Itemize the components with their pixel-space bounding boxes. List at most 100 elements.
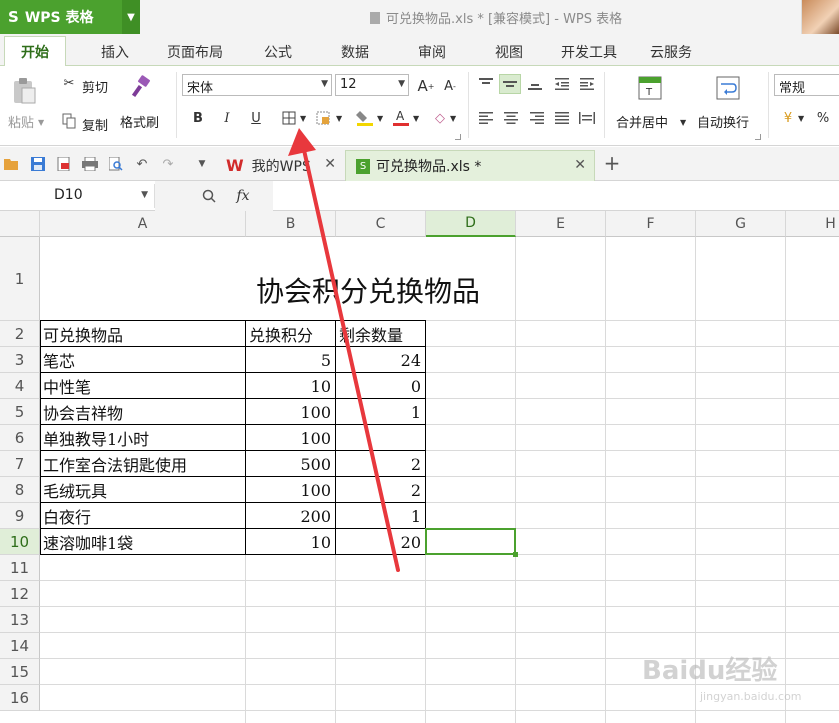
table-cell[interactable]: 笔芯 (40, 347, 244, 373)
row-header-4[interactable]: 4 (0, 373, 40, 399)
close-icon[interactable]: ✕ (324, 156, 336, 172)
row-header-12[interactable]: 12 (0, 581, 40, 607)
decrease-font-icon[interactable]: A- (440, 76, 460, 96)
justify-icon[interactable] (552, 108, 572, 128)
table-cell[interactable]: 500 (246, 451, 334, 477)
paste-button[interactable]: 粘贴 (8, 112, 34, 131)
tab-home[interactable]: 开始 (4, 36, 66, 67)
increase-indent-icon[interactable] (577, 74, 597, 94)
clear-format-icon[interactable]: ◇ (430, 108, 450, 128)
doc-tab-my-wps[interactable]: W 我的WPS ✕ (216, 150, 344, 181)
table-cell[interactable]: 白夜行 (40, 503, 244, 529)
currency-dropdown-icon[interactable]: ▼ (798, 114, 804, 123)
font-dialog-launcher[interactable] (455, 134, 461, 140)
app-menu-button[interactable]: S WPS 表格 (0, 0, 122, 34)
table-header-cell[interactable]: 可兑换物品 (40, 321, 246, 347)
tab-formulas[interactable]: 公式 (264, 42, 292, 62)
table-cell[interactable]: 200 (246, 503, 334, 529)
print-icon[interactable] (82, 156, 98, 172)
fill-handle[interactable] (513, 552, 518, 557)
wrap-text-icon[interactable] (714, 74, 742, 102)
font-color-dropdown-icon[interactable]: ▼ (413, 114, 419, 123)
tab-review[interactable]: 审阅 (418, 42, 446, 62)
format-painter-icon[interactable] (128, 74, 154, 100)
currency-icon[interactable]: ¥ (778, 108, 798, 128)
table-cell[interactable]: 5 (246, 347, 334, 373)
open-folder-icon[interactable] (4, 156, 20, 172)
table-cell[interactable]: 单独教导1小时 (40, 425, 244, 451)
paste-icon[interactable] (10, 76, 38, 106)
row-header-10[interactable]: 10 (0, 529, 40, 555)
border-icon[interactable] (279, 108, 299, 128)
tab-insert[interactable]: 插入 (101, 42, 129, 62)
name-box[interactable]: D10 ▼ (0, 184, 155, 208)
column-header-h[interactable]: H (786, 211, 839, 237)
table-cell[interactable]: 24 (336, 347, 424, 373)
row-header-15[interactable]: 15 (0, 659, 40, 685)
tab-cloud[interactable]: 云服务 (650, 42, 692, 62)
tab-data[interactable]: 数据 (341, 42, 369, 62)
table-cell[interactable]: 速溶咖啡1袋 (40, 529, 244, 555)
scissors-icon[interactable]: ✂ (60, 74, 78, 92)
table-cell[interactable]: 1 (336, 399, 424, 425)
undo-icon[interactable]: ↶ (134, 156, 150, 172)
quick-access-dropdown-icon[interactable]: ▼ (194, 156, 210, 172)
table-cell[interactable]: 2 (336, 451, 424, 477)
column-header-b[interactable]: B (246, 211, 336, 237)
sheet-title[interactable]: 协会积分兑换物品 (40, 277, 696, 307)
font-color-icon[interactable]: A (390, 106, 412, 128)
app-menu-dropdown-icon[interactable]: ▼ (122, 0, 140, 34)
column-header-f[interactable]: F (606, 211, 696, 237)
zoom-icon[interactable] (200, 187, 218, 205)
table-cell[interactable]: 工作室合法钥匙使用 (40, 451, 244, 477)
row-header-5[interactable]: 5 (0, 399, 40, 425)
row-header-8[interactable]: 8 (0, 477, 40, 503)
align-right-icon[interactable] (527, 108, 547, 128)
row-header-16[interactable]: 16 (0, 685, 40, 711)
font-size-select[interactable]: 12 ▼ (335, 74, 409, 96)
redo-icon[interactable]: ↷ (160, 156, 176, 172)
table-cell[interactable] (336, 425, 424, 451)
align-top-icon[interactable] (476, 74, 496, 94)
column-header-c[interactable]: C (336, 211, 426, 237)
cell-style-icon[interactable] (313, 108, 333, 128)
row-header-9[interactable]: 9 (0, 503, 40, 529)
formula-input[interactable] (273, 184, 839, 208)
new-tab-icon[interactable]: + (602, 151, 622, 175)
active-cell-d10[interactable] (425, 528, 516, 555)
table-cell[interactable]: 20 (336, 529, 424, 555)
export-pdf-icon[interactable] (56, 156, 72, 172)
merge-center-icon[interactable]: T (636, 74, 664, 102)
row-header-13[interactable]: 13 (0, 607, 40, 633)
tab-page-layout[interactable]: 页面布局 (167, 42, 223, 62)
clear-format-dropdown-icon[interactable]: ▼ (450, 114, 456, 123)
table-header-cell[interactable]: 兑换积分 (246, 321, 336, 347)
row-header-3[interactable]: 3 (0, 347, 40, 373)
table-cell[interactable]: 100 (246, 425, 334, 451)
fill-color-icon[interactable] (354, 106, 376, 128)
tab-developer[interactable]: 开发工具 (561, 42, 617, 62)
cell-style-dropdown-icon[interactable]: ▼ (336, 114, 342, 123)
column-header-g[interactable]: G (696, 211, 786, 237)
spreadsheet-grid[interactable]: A B C D E F G H 1 2 3 4 5 6 7 8 9 10 11 12 13 14 15 16 协会积分兑换物品可… (0, 211, 839, 723)
doc-tab-active-file[interactable]: S 可兑换物品.xls * ✕ (345, 150, 595, 181)
copy-button[interactable]: 复制 (82, 115, 108, 134)
close-icon[interactable]: ✕ (574, 157, 586, 173)
column-header-a[interactable]: A (40, 211, 246, 237)
fill-color-dropdown-icon[interactable]: ▼ (377, 114, 383, 123)
increase-font-icon[interactable]: A + (416, 76, 436, 96)
paste-dropdown-icon[interactable]: ▼ (38, 118, 44, 127)
table-cell[interactable]: 1 (336, 503, 424, 529)
border-dropdown-icon[interactable]: ▼ (300, 114, 306, 123)
column-header-e[interactable]: E (516, 211, 606, 237)
table-cell[interactable]: 中性笔 (40, 373, 244, 399)
table-cell[interactable]: 10 (246, 373, 334, 399)
row-header-1[interactable]: 1 (0, 237, 40, 321)
merge-center-button[interactable]: 合并居中 (616, 112, 668, 131)
table-cell[interactable]: 100 (246, 399, 334, 425)
table-cell[interactable]: 100 (246, 477, 334, 503)
align-bottom-icon[interactable] (525, 74, 545, 94)
table-cell[interactable]: 毛绒玩具 (40, 477, 244, 503)
user-avatar[interactable] (801, 0, 839, 34)
column-header-d[interactable]: D (426, 211, 516, 237)
